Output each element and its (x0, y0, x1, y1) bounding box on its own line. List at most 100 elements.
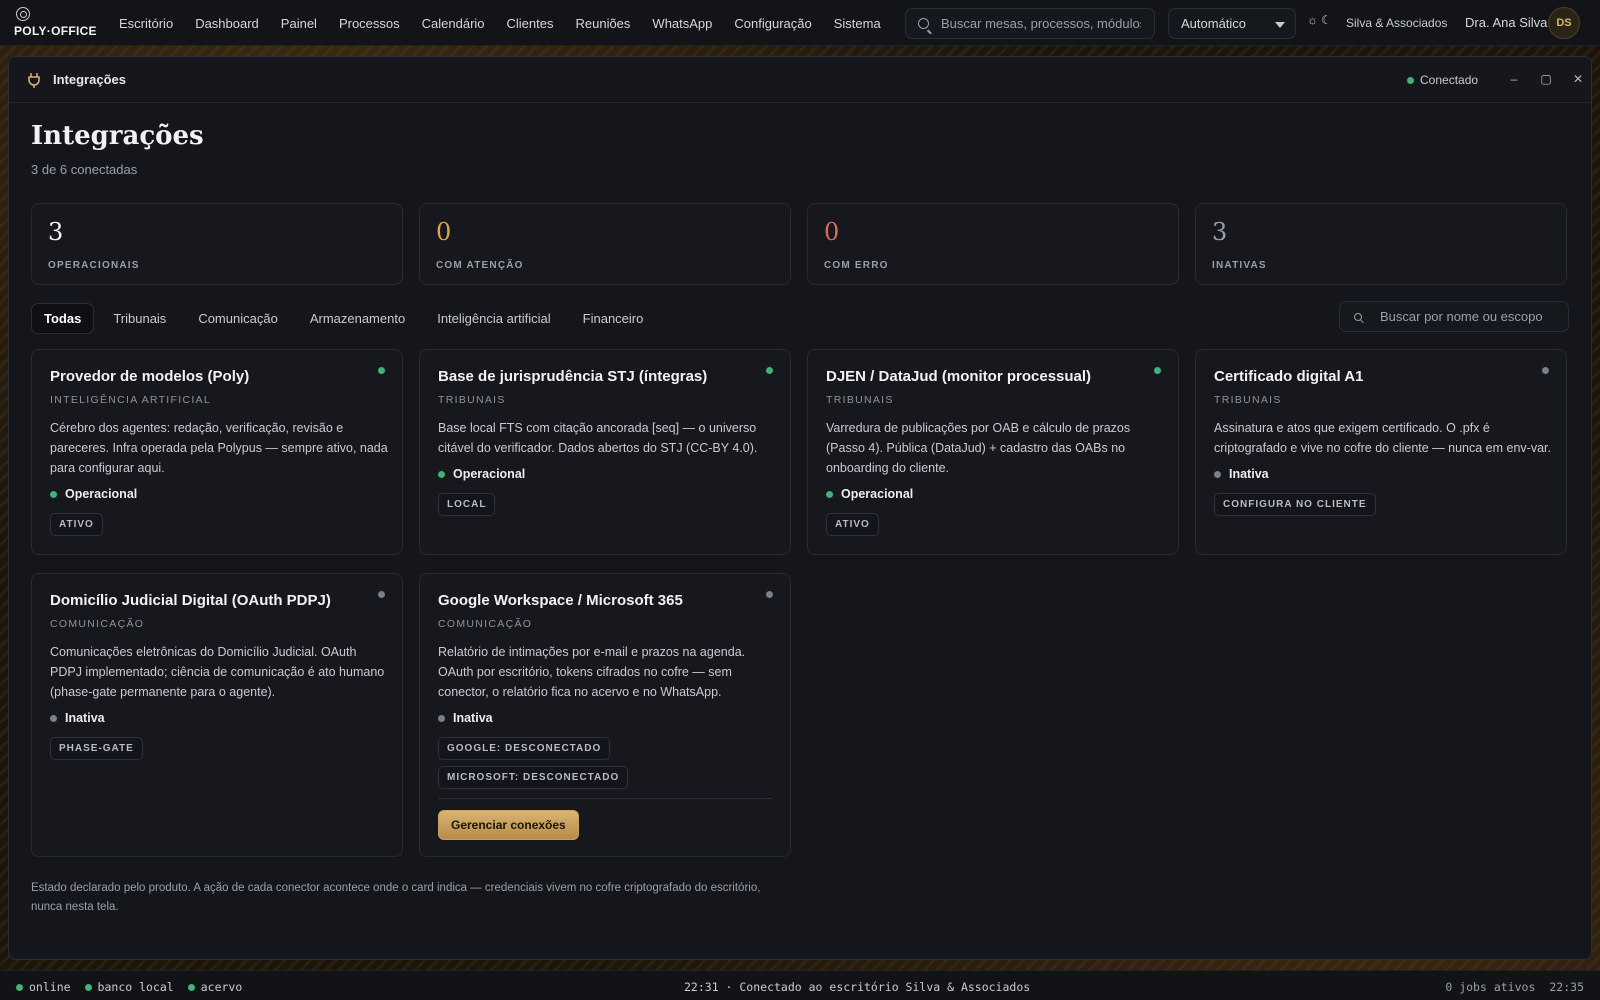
status-message: 22:31 · Conectado ao escritório Silva & … (684, 980, 1031, 994)
status-dot-icon (826, 490, 833, 498)
status-dot-icon (438, 714, 445, 722)
status-dot-icon (1407, 76, 1414, 84)
tab-tribunais[interactable]: Tribunais (100, 303, 179, 334)
nav-item-calendario[interactable]: Calendário (411, 16, 496, 31)
nav-item-clientes[interactable]: Clientes (496, 16, 565, 31)
integration-card-provedor-modelos[interactable]: Provedor de modelos (Poly) INTELIGÊNCIA … (31, 349, 403, 555)
nav-item-painel[interactable]: Painel (270, 16, 328, 31)
poly-office-logo[interactable]: POLY·OFFICE (14, 6, 104, 42)
window-title: Integrações (53, 72, 126, 87)
card-status-label: Operacional (453, 467, 526, 481)
card-description: Base local FTS com citação ancorada [seq… (438, 421, 758, 455)
integration-card-stj[interactable]: Base de jurisprudência STJ (íntegras) TR… (419, 349, 791, 555)
global-search (905, 8, 1155, 39)
tab-inteligencia-artificial[interactable]: Inteligência artificial (424, 303, 563, 334)
status-online-label: online (29, 980, 71, 994)
status-banco-local-label: banco local (97, 980, 174, 994)
card-category: COMUNICAÇÃO (50, 618, 145, 630)
integration-card-certificado-a1[interactable]: Certificado digital A1 TRIBUNAIS Assinat… (1195, 349, 1567, 555)
card-title: Certificado digital A1 (1214, 368, 1364, 385)
stat-card-com-atencao: 0 COM ATENÇÃO (419, 203, 791, 285)
card-divider (438, 798, 772, 799)
filter-search (1339, 301, 1569, 332)
page-title: Integrações (31, 121, 204, 151)
manage-connections-button[interactable]: Gerenciar conexões (438, 810, 579, 840)
card-title: Google Workspace / Microsoft 365 (438, 592, 683, 609)
card-status: Inativa (438, 711, 493, 725)
stat-value: 3 (1212, 218, 1228, 246)
status-banco-local: banco local (84, 980, 174, 994)
card-title: Domicílio Judicial Digital (OAuth PDPJ) (50, 592, 331, 609)
connection-status-label: Conectado (1420, 73, 1479, 87)
status-dot-icon (50, 714, 57, 722)
card-status: Inativa (50, 711, 105, 725)
global-search-input[interactable] (941, 16, 1141, 31)
stat-label: OPERACIONAIS (48, 260, 140, 271)
stats-row: 3 OPERACIONAIS 0 COM ATENÇÃO 0 COM ERRO … (31, 203, 1578, 285)
card-tag: LOCAL (438, 493, 496, 516)
stat-card-com-erro: 0 COM ERRO (807, 203, 1179, 285)
maximize-icon[interactable]: ▢ (1538, 71, 1554, 87)
moon-icon[interactable]: ☾ (1321, 13, 1332, 27)
stat-card-inativas: 3 INATIVAS (1195, 203, 1567, 285)
status-time: 22:35 (1549, 980, 1584, 994)
theme-toggle[interactable]: ☼ ☾ (1307, 13, 1332, 27)
jobs-count: 0 jobs ativos (1445, 980, 1536, 994)
stat-label: COM ERRO (824, 260, 889, 271)
card-title: Provedor de modelos (Poly) (50, 368, 250, 385)
stat-label: COM ATENÇÃO (436, 260, 524, 271)
nav-item-whatsapp[interactable]: WhatsApp (641, 16, 723, 31)
stat-label: INATIVAS (1212, 260, 1267, 271)
status-dot-icon (16, 983, 23, 991)
card-status-label: Operacional (841, 487, 914, 501)
tab-todas[interactable]: Todas (31, 303, 95, 334)
card-category: COMUNICAÇÃO (438, 618, 533, 630)
status-dot-icon (1214, 470, 1221, 478)
card-category: TRIBUNAIS (826, 394, 894, 406)
category-tabs: Todas Tribunais Comunicação Armazenament… (31, 303, 662, 334)
stat-value: 0 (824, 218, 840, 246)
avatar[interactable]: DS (1548, 7, 1580, 39)
stat-value: 0 (436, 218, 452, 246)
nav-item-processos[interactable]: Processos (328, 16, 411, 31)
card-status-label: Inativa (65, 711, 105, 725)
status-dot-icon (378, 591, 385, 598)
user-name[interactable]: Dra. Ana Silva (1465, 15, 1547, 30)
card-status-label: Inativa (453, 711, 493, 725)
nav-item-dashboard[interactable]: Dashboard (184, 16, 270, 31)
minimize-icon[interactable]: – (1506, 71, 1522, 87)
tab-financeiro[interactable]: Financeiro (570, 303, 657, 334)
card-tag: CONFIGURA NO CLIENTE (1214, 493, 1376, 516)
integration-card-google-microsoft[interactable]: Google Workspace / Microsoft 365 COMUNIC… (419, 573, 791, 857)
sun-icon[interactable]: ☼ (1307, 13, 1318, 27)
integration-card-domicilio-judicial[interactable]: Domicílio Judicial Digital (OAuth PDPJ) … (31, 573, 403, 857)
card-tag: PHASE-GATE (50, 737, 143, 760)
card-status-label: Inativa (1229, 467, 1269, 481)
status-acervo: acervo (187, 980, 242, 994)
card-status: Inativa (1214, 467, 1269, 481)
mode-select[interactable]: Automático (1168, 8, 1296, 39)
filter-search-input[interactable] (1380, 309, 1560, 324)
card-status: Operacional (438, 467, 525, 481)
stat-card-operacionais: 3 OPERACIONAIS (31, 203, 403, 285)
page-subtitle: 3 de 6 conectadas (31, 162, 138, 177)
top-navbar: POLY·OFFICE Escritório Dashboard Painel … (0, 0, 1600, 46)
nav-item-escritorio[interactable]: Escritório (108, 16, 184, 31)
status-dot-icon (1542, 367, 1549, 374)
office-name[interactable]: Silva & Associados (1346, 16, 1447, 30)
integration-card-djen-datajud[interactable]: DJEN / DataJud (monitor processual) TRIB… (807, 349, 1179, 555)
card-tag-google: GOOGLE: DESCONECTADO (438, 737, 611, 760)
status-dot-icon (766, 367, 773, 374)
status-bar: online banco local acervo 22:31 · Conect… (0, 970, 1600, 1000)
status-dot-icon (187, 983, 195, 991)
tab-comunicacao[interactable]: Comunicação (185, 303, 291, 334)
card-status: Operacional (826, 487, 913, 501)
close-icon[interactable]: ✕ (1570, 71, 1586, 87)
logo-icon (16, 7, 30, 21)
card-description: Assinatura e atos que exigem certificado… (1214, 421, 1551, 455)
tab-armazenamento[interactable]: Armazenamento (297, 303, 418, 334)
nav-item-sistema[interactable]: Sistema (823, 16, 892, 31)
search-icon (1354, 312, 1362, 321)
nav-item-reunioes[interactable]: Reuniões (564, 16, 641, 31)
nav-item-configuracao[interactable]: Configuração (723, 16, 822, 31)
